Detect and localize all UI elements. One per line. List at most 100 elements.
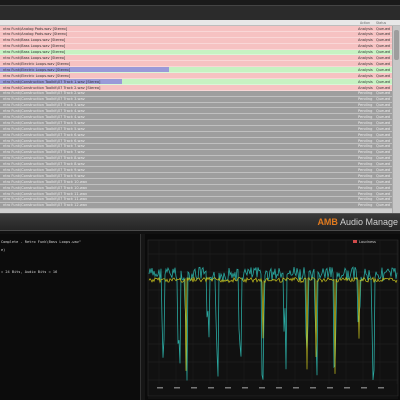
row-status: Queued bbox=[376, 73, 391, 78]
row-file-name: ntro Funk\Construction Toolkit\07 Track … bbox=[3, 179, 88, 184]
row-action: Analysis bbox=[358, 61, 373, 66]
row-action: Pending bbox=[358, 138, 373, 143]
row-file-name: ntro Funk\Bass Loops.wav [Stereo] bbox=[3, 56, 66, 61]
column-header-status[interactable]: Status bbox=[376, 21, 386, 25]
x-tick-mark bbox=[310, 387, 316, 389]
row-status: Queued bbox=[376, 44, 391, 49]
row-file-name: ntro Funk\Bass Loops.wav [Stereo] bbox=[3, 44, 66, 49]
row-file-name: ntro Funk\Electric Loops.wav [Stereo] bbox=[3, 67, 71, 72]
x-tick-mark bbox=[191, 387, 197, 389]
brand-name: Audio Manage bbox=[339, 217, 398, 227]
row-status: Queued bbox=[376, 120, 391, 125]
row-action: Pending bbox=[358, 103, 373, 108]
row-status: Queued bbox=[376, 91, 391, 96]
queue-scrollbar[interactable] bbox=[392, 26, 400, 213]
app-brand-title: AMB Audio Manage bbox=[317, 217, 398, 227]
row-file-name: ntro Funk\Construction Toolkit\07 Track … bbox=[3, 114, 85, 119]
row-status: Queued bbox=[376, 197, 391, 202]
row-file-name: ntro Funk\Construction Toolkit\07 Track … bbox=[3, 156, 85, 161]
row-status: Queued bbox=[376, 144, 391, 149]
x-tick-mark bbox=[344, 387, 350, 389]
x-tick-mark bbox=[378, 387, 384, 389]
row-action: Pending bbox=[358, 150, 373, 155]
row-action: Pending bbox=[358, 120, 373, 125]
waveform-plot-panel: Loudness bbox=[145, 234, 400, 400]
row-action: Pending bbox=[358, 132, 373, 137]
x-tick-mark bbox=[242, 387, 248, 389]
x-tick-mark bbox=[276, 387, 282, 389]
row-status: Queued bbox=[376, 85, 391, 90]
row-status: Queued bbox=[376, 179, 391, 184]
row-file-name: ntro Funk\Bass Loops.wav [Stereo] bbox=[3, 50, 66, 55]
console-line: = 24 Bits, Audio Bits = 16 bbox=[1, 270, 58, 274]
row-action: Pending bbox=[358, 191, 373, 196]
queue-scroll-thumb[interactable] bbox=[394, 30, 399, 60]
row-action: Pending bbox=[358, 203, 373, 208]
row-action: Pending bbox=[358, 144, 373, 149]
row-file-name: ntro Funk\Construction Toolkit\07 Track … bbox=[3, 85, 101, 90]
row-status: Queued bbox=[376, 79, 391, 84]
row-file-name: ntro Funk\Construction Toolkit\07 Track … bbox=[3, 185, 88, 190]
row-status: Queued bbox=[376, 103, 391, 108]
row-action: Analysis bbox=[358, 32, 373, 37]
row-file-name: ntro Funk\Analog Pads.wav [Stereo] bbox=[3, 32, 68, 37]
x-tick-mark bbox=[157, 387, 163, 389]
row-status: Queued bbox=[376, 67, 391, 72]
row-action: Analysis bbox=[358, 73, 373, 78]
x-tick-mark bbox=[225, 387, 231, 389]
row-action: Pending bbox=[358, 197, 373, 202]
row-status: Queued bbox=[376, 185, 391, 190]
row-status: Queued bbox=[376, 156, 391, 161]
row-file-name: ntro Funk\Construction Toolkit\07 Track … bbox=[3, 173, 85, 178]
row-action: Analysis bbox=[358, 79, 373, 84]
row-file-name: ntro Funk\Construction Toolkit\07 Track … bbox=[3, 120, 85, 125]
row-file-name: ntro Funk\Construction Toolkit\07 Track … bbox=[3, 144, 85, 149]
row-action: Pending bbox=[358, 179, 373, 184]
brand-bar: AMB Audio Manage bbox=[0, 213, 400, 230]
row-status: Queued bbox=[376, 126, 391, 131]
row-status: Queued bbox=[376, 26, 391, 31]
row-file-name: ntro Funk\Construction Toolkit\07 Track … bbox=[3, 109, 85, 114]
top-toolbar-strip bbox=[0, 6, 400, 20]
row-action: Pending bbox=[358, 167, 373, 172]
row-status: Queued bbox=[376, 56, 391, 61]
row-status: Queued bbox=[376, 32, 391, 37]
row-file-name: ntro Funk\Bass Loops.wav [Stereo] bbox=[3, 38, 66, 43]
row-file-name: ntro Funk\Construction Toolkit\07 Track … bbox=[3, 138, 85, 143]
row-status: Queued bbox=[376, 167, 391, 172]
row-file-name: ntro Funk\Construction Toolkit\07 Track … bbox=[3, 203, 88, 208]
row-status: Queued bbox=[376, 132, 391, 137]
row-file-name: ntro Funk\Construction Toolkit\07 Track … bbox=[3, 132, 85, 137]
x-tick-mark bbox=[259, 387, 265, 389]
row-status: Queued bbox=[376, 150, 391, 155]
row-file-name: ntro Funk\Construction Toolkit\07 Track … bbox=[3, 103, 85, 108]
row-file-name: ntro Funk\Construction Toolkit\07 Track … bbox=[3, 91, 85, 96]
row-action: Pending bbox=[358, 91, 373, 96]
row-action: Pending bbox=[358, 185, 373, 190]
x-tick-mark bbox=[361, 387, 367, 389]
row-action: Analysis bbox=[358, 56, 373, 61]
row-status: Queued bbox=[376, 162, 391, 167]
queue-row[interactable]: ntro Funk\Construction Toolkit\07 Track … bbox=[0, 202, 392, 209]
row-action: Analysis bbox=[358, 67, 373, 72]
row-status: Queued bbox=[376, 114, 391, 119]
row-file-name: ntro Funk\Construction Toolkit\07 Track … bbox=[3, 97, 85, 102]
row-action: Analysis bbox=[358, 44, 373, 49]
queue-rows: ntro Funk\Analog Pads.wav [Stereo] Analys… bbox=[0, 26, 392, 209]
x-tick-mark bbox=[327, 387, 333, 389]
row-status: Queued bbox=[376, 203, 391, 208]
row-file-name: ntro Funk\Construction Toolkit\07 Track … bbox=[3, 79, 101, 84]
legend-marker bbox=[353, 240, 357, 243]
waveform-plot: Loudness bbox=[147, 239, 399, 399]
row-status: Queued bbox=[376, 173, 391, 178]
row-action: Pending bbox=[358, 97, 373, 102]
console-line: Complete - Retro Funk\Bass Loops.wav" bbox=[1, 240, 82, 244]
console-log-panel[interactable]: Complete - Retro Funk\Bass Loops.wav" e) =… bbox=[0, 234, 140, 400]
row-action: Pending bbox=[358, 162, 373, 167]
column-header-action[interactable]: Action bbox=[360, 21, 370, 25]
analysis-queue-table: Action Status ntro Funk\Analog Pads.wav … bbox=[0, 20, 400, 213]
row-file-name: ntro Funk\Construction Toolkit\07 Track … bbox=[3, 162, 85, 167]
row-status: Queued bbox=[376, 109, 391, 114]
row-status: Queued bbox=[376, 38, 391, 43]
row-action: Analysis bbox=[358, 38, 373, 43]
